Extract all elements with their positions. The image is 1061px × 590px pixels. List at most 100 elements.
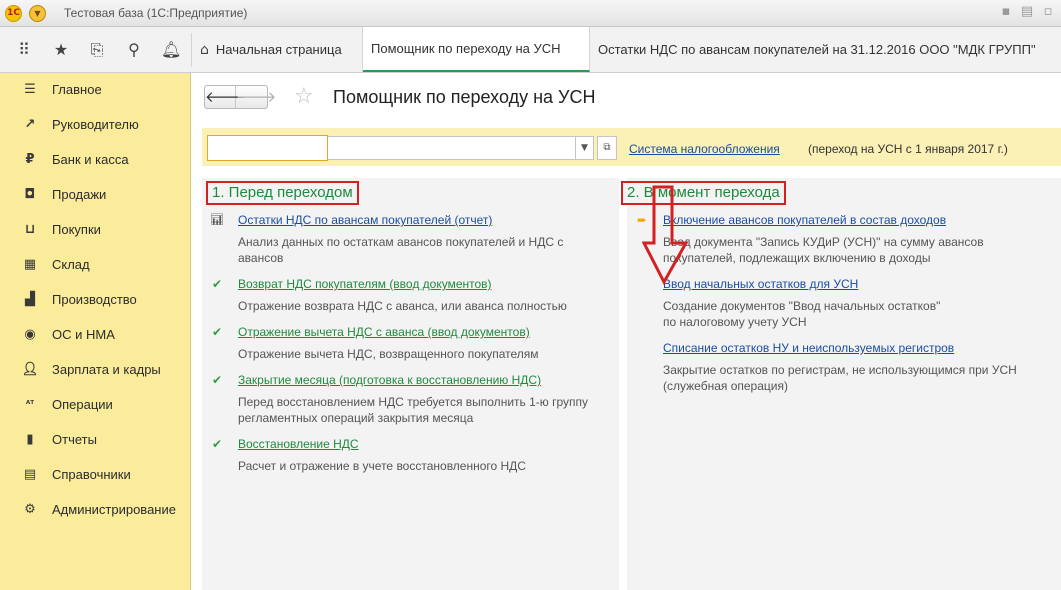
forward-arrow-icon[interactable]: 🡒: [236, 86, 276, 108]
desc-line: Создание документов "Ввод начальных оста…: [663, 299, 941, 313]
star-icon[interactable]: ★: [51, 40, 71, 60]
sidebar-item-production[interactable]: ▟ Производство: [0, 286, 190, 314]
sidebar-item-catalogs[interactable]: ▤ Справочники: [0, 461, 190, 489]
desc-line: по налоговому учету УСН: [663, 315, 807, 329]
sidebar-item-bank[interactable]: ₽ Банк и касса: [0, 146, 190, 174]
step-link[interactable]: Включение авансов покупателей в состав д…: [663, 212, 946, 228]
chevron-down-icon[interactable]: ▼: [575, 136, 594, 160]
check-icon: ✔: [211, 325, 223, 339]
step-link[interactable]: Восстановление НДС: [238, 436, 359, 452]
sidebar-item-reports[interactable]: ▮ Отчеты: [0, 426, 190, 454]
section-heading: 1. Перед переходом: [206, 181, 359, 205]
step-description: Закрытие остатков по регистрам, не испол…: [663, 362, 1017, 394]
sidebar-item-label: Операции: [52, 397, 113, 412]
tab-label: Помощник по переходу на УСН: [371, 41, 561, 56]
sidebar-item-label: Главное: [52, 82, 102, 97]
search-icon[interactable]: ⚲: [124, 40, 144, 60]
report-icon: 📊︎: [210, 213, 224, 226]
filter-input-focus[interactable]: [207, 135, 328, 161]
tax-system-link[interactable]: Система налогообложения: [629, 142, 780, 156]
check-icon: ✔: [211, 277, 223, 291]
tab-usn-assistant[interactable]: Помощник по переходу на УСН: [363, 27, 590, 72]
step-description: Расчет и отражение в учете восстановленн…: [238, 458, 526, 474]
history-icon[interactable]: ⎘: [87, 40, 107, 60]
sidebar-item-payroll[interactable]: 👤︎ Зарплата и кадры: [0, 356, 190, 384]
step-description: Анализ данных по остаткам авансов покупа…: [238, 234, 563, 266]
sidebar-item-warehouse[interactable]: ▦ Склад: [0, 251, 190, 279]
at-transition-panel: 2. В момент перехода ➨ Включение авансов…: [621, 178, 1061, 590]
step-description: Ввод документа "Запись КУДиР (УСН)" на с…: [663, 234, 984, 266]
annotation-arrow-icon: [642, 185, 688, 285]
1c-logo: 1С: [5, 5, 22, 22]
cart-icon: ⊔: [24, 222, 36, 237]
transition-note: (переход на УСН с 1 января 2017 г.): [808, 142, 1008, 156]
sidebar-item-label: Зарплата и кадры: [52, 362, 161, 377]
home-icon: ⌂: [200, 42, 209, 58]
step-description: Отражение возврата НДС с аванса, или ава…: [238, 298, 567, 314]
title-bar: 1С ▼ Тестовая база (1С:Предприятие) ▪ ▤ …: [0, 0, 1061, 27]
menu-lines-icon: ☰: [24, 82, 36, 97]
sidebar-item-label: Руководителю: [52, 117, 139, 132]
tab-label: Остатки НДС по авансам покупателей на 31…: [598, 42, 1036, 57]
tax-system-input[interactable]: [327, 136, 590, 160]
gear-icon: ⚙: [24, 502, 36, 517]
favorite-star-icon[interactable]: ☆: [294, 84, 314, 110]
page-title: Помощник по переходу на УСН: [333, 87, 596, 107]
sidebar-item-operations[interactable]: ᴬᵀ Операции: [0, 391, 190, 419]
person-icon: 👤︎: [21, 362, 39, 377]
step-description: Отражение вычета НДС, возвращенного поку…: [238, 346, 539, 362]
tab-label: Начальная страница: [215, 42, 342, 57]
sidebar-item-admin[interactable]: ⚙ Администрирование: [0, 496, 190, 524]
sidebar-item-label: ОС и НМА: [52, 327, 115, 342]
bar-chart-icon: ▮: [26, 432, 34, 447]
step-link[interactable]: Остатки НДС по авансам покупателей (отче…: [238, 212, 492, 228]
sidebar-item-main[interactable]: ☰ Главное: [0, 76, 190, 104]
sidebar-item-label: Отчеты: [52, 432, 97, 447]
grid-icon[interactable]: ⠿: [14, 40, 34, 60]
operations-icon: ᴬᵀ: [25, 400, 35, 410]
step-link[interactable]: Возврат НДС покупателям (ввод документов…: [238, 276, 492, 292]
tab-vat-report[interactable]: Остатки НДС по авансам покупателей на 31…: [590, 27, 1061, 72]
toolbar: ⠿ ★ ⎘ ⚲ 🔔︎ ⌂ Начальная страница Помощник …: [0, 27, 1061, 73]
window-title: Тестовая база (1С:Предприятие): [64, 6, 248, 20]
step-link[interactable]: Списание остатков НУ и неиспользуемых ре…: [663, 340, 954, 356]
tab-home[interactable]: ⌂ Начальная страница: [192, 27, 363, 72]
filter-panel: ▼ ⧉ Система налогообложения (переход на …: [202, 128, 1061, 166]
step-link[interactable]: Ввод начальных остатков для УСН: [663, 276, 858, 292]
sidebar-item-label: Склад: [52, 257, 90, 272]
sidebar-item-label: Администрирование: [52, 502, 176, 517]
desc-line: покупателей, подлежащих включению в дохо…: [663, 251, 931, 265]
desc-line: Перед восстановлением НДС требуется выпо…: [238, 395, 589, 409]
desc-line: регламентных операций закрытия месяца: [238, 411, 474, 425]
step-description: Создание документов "Ввод начальных оста…: [663, 298, 940, 330]
content-area: 🡐 🡒 ☆ Помощник по переходу на УСН ▼ ⧉ Си…: [192, 73, 1061, 590]
desc-line: Отражение возврата НДС с аванса, или ава…: [238, 299, 567, 313]
desc-line: Отражение вычета НДС, возвращенного поку…: [238, 347, 539, 361]
settings-icon[interactable]: ▫: [1040, 4, 1056, 20]
main-menu-button[interactable]: ▼: [29, 5, 46, 22]
desc-line: Ввод документа "Запись КУДиР (УСН)" на с…: [663, 235, 984, 249]
back-arrow-icon[interactable]: 🡐: [205, 86, 245, 108]
sidebar: ☰ Главное ↗ Руководителю ₽ Банк и касса …: [0, 73, 191, 590]
step-link[interactable]: Отражение вычета НДС с аванса (ввод доку…: [238, 324, 530, 340]
print-icon[interactable]: ▤: [1019, 4, 1035, 20]
save-icon[interactable]: ▪: [998, 4, 1014, 20]
sidebar-item-sales[interactable]: ◘ Продажи: [0, 181, 190, 209]
sidebar-item-purchases[interactable]: ⊔ Покупки: [0, 216, 190, 244]
warehouse-icon: ▦: [23, 257, 37, 272]
bell-icon[interactable]: 🔔︎: [161, 40, 181, 60]
desc-line: Закрытие остатков по регистрам, не испол…: [663, 363, 1017, 377]
open-icon[interactable]: ⧉: [597, 136, 617, 160]
check-icon: ✔: [211, 373, 223, 387]
sidebar-item-label: Справочники: [52, 467, 131, 482]
sidebar-item-manager[interactable]: ↗ Руководителю: [0, 111, 190, 139]
sidebar-item-label: Покупки: [52, 222, 101, 237]
step-description: Перед восстановлением НДС требуется выпо…: [238, 394, 588, 426]
navigation-buttons: 🡐 🡒: [204, 85, 276, 109]
check-icon: ✔: [211, 437, 223, 451]
step-link[interactable]: Закрытие месяца (подготовка к восстановл…: [238, 372, 541, 388]
sidebar-item-assets[interactable]: ◉ ОС и НМА: [0, 321, 190, 349]
desc-line: авансов: [238, 251, 284, 265]
trend-icon: ↗: [24, 117, 36, 132]
ruble-icon: ₽: [25, 152, 35, 167]
